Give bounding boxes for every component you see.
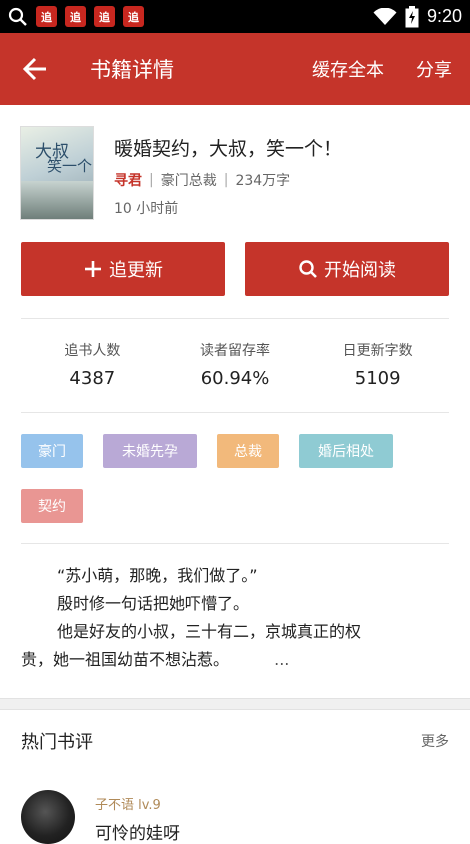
description-line-text: 贵，她一祖国幼苗不想沾惹。 [21,650,230,669]
review-username: 子不语 lv.9 [95,798,161,813]
description-line: 殷时修一句话把她吓懵了。 [57,594,250,613]
book-title: 暖婚契约，大叔，笑一个！ [114,138,343,160]
description-line: “苏小萌，那晚，我们做了。” [57,566,258,585]
plus-icon [85,261,101,277]
page-title: 书籍详情 [90,58,174,82]
stat-daily-words: 日更新字数 5109 [306,340,449,389]
wifi-icon [373,7,397,25]
stat-label: 日更新字数 [342,343,413,359]
reviews-more-link[interactable]: 更多 [421,731,449,751]
share-button[interactable]: 分享 [416,56,452,82]
meta-separator: | [149,172,154,188]
book-word-count: 234万字 [235,173,291,189]
stat-value: 4387 [69,368,116,389]
divider [21,543,449,544]
tag-list: 豪门 未婚先孕 总裁 婚后相处 契约 [21,434,451,523]
description-line: 贵，她一祖国幼苗不想沾惹。 ... [21,646,451,674]
stat-label: 追书人数 [64,343,121,359]
search-icon [8,7,27,26]
tag-chip[interactable]: 婚后相处 [299,434,393,468]
arrow-left-icon [22,57,46,81]
back-button[interactable] [0,33,70,105]
stat-followers: 追书人数 4387 [21,340,164,389]
start-reading-button[interactable]: 开始阅读 [245,242,449,296]
start-reading-label: 开始阅读 [324,260,396,281]
reviews-header: 热门书评 更多 [21,728,449,754]
book-stats: 追书人数 4387 读者留存率 60.94% 日更新字数 5109 [21,340,449,389]
cover-subtitle-text: 笑一个 [47,157,93,175]
battery-icon [405,5,419,27]
book-cover[interactable]: 大叔 笑一个 [20,126,94,220]
book-author[interactable]: 寻君 [114,170,142,190]
app-notification-icon: 追 [65,6,86,27]
app-notification-icon: 追 [94,6,115,27]
stat-value: 5109 [354,368,401,389]
app-bar: 书籍详情 缓存全本 分享 [0,33,470,105]
tag-chip[interactable]: 未婚先孕 [103,434,197,468]
book-category: 豪门总裁 [160,173,217,189]
status-bar: 追 追 追 追 9:20 [0,0,470,33]
tag-chip[interactable]: 豪门 [21,434,83,468]
follow-updates-label: 追更新 [109,260,163,281]
search-icon [299,260,317,278]
meta-separator: | [223,172,229,188]
stat-value: 60.94% [200,368,270,389]
book-info: 大叔 笑一个 暖婚契约，大叔，笑一个！ 寻君 | 豪门总裁 | 234万字 10… [20,126,450,222]
description-line: 他是好友的小叔，三十有二，京城真正的权 [57,622,362,641]
section-gap [0,698,470,710]
stat-label: 读者留存率 [200,343,270,359]
cover-illustration [21,181,93,219]
reviews-title: 热门书评 [21,732,93,753]
follow-updates-button[interactable]: 追更新 [21,242,225,296]
tag-chip[interactable]: 总裁 [217,434,279,468]
app-notification-icon: 追 [123,6,144,27]
stat-retention: 读者留存率 60.94% [164,340,307,389]
expand-ellipsis[interactable]: ... [274,650,289,669]
app-notification-icon: 追 [36,6,57,27]
book-description[interactable]: “苏小萌，那晚，我们做了。” 殷时修一句话把她吓懵了。 他是好友的小叔，三十有二… [21,562,451,674]
review-text: 可怜的娃呀 [95,824,180,844]
book-updated-time: 10 小时前 [114,201,179,217]
tag-chip[interactable]: 契约 [21,489,83,523]
cache-all-button[interactable]: 缓存全本 [312,56,384,82]
divider [21,412,449,413]
status-time: 9:20 [426,6,462,26]
divider [21,318,449,319]
